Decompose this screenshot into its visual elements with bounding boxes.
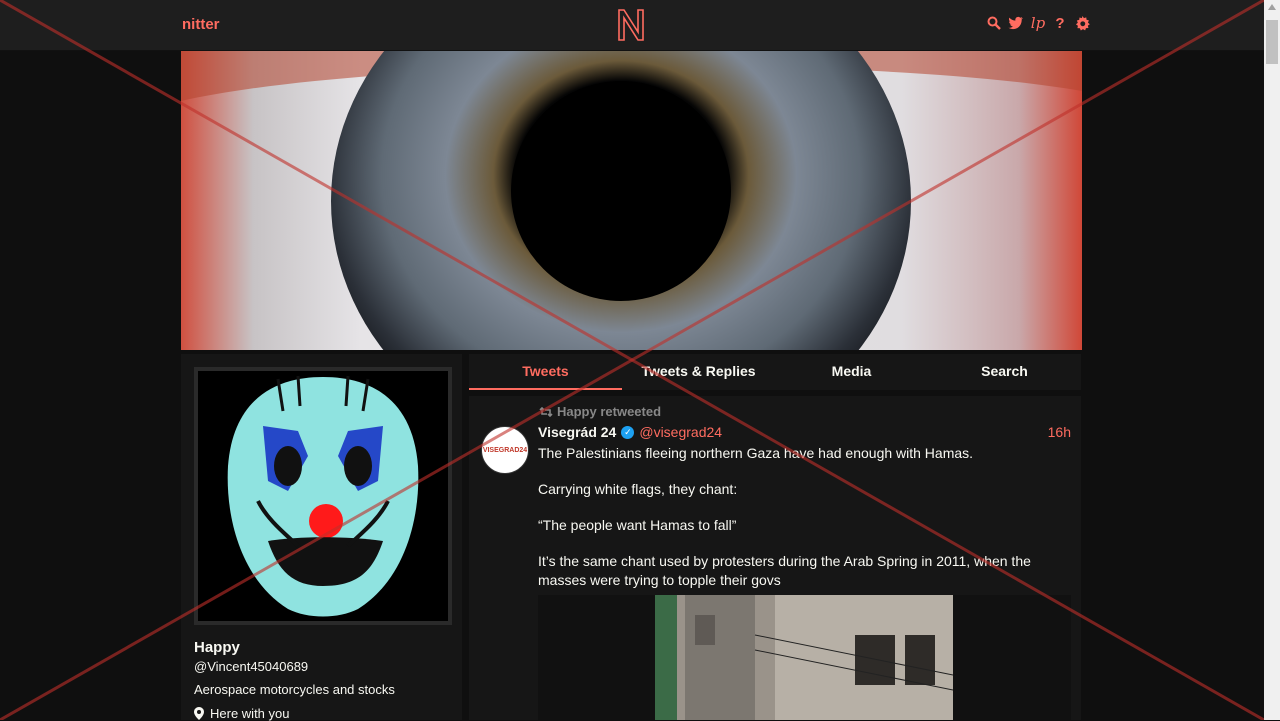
- verified-badge-icon: ✓: [621, 425, 635, 439]
- timeline-tabs: Tweets Tweets & Replies Media Search: [469, 354, 1081, 390]
- location-text: Here with you: [210, 706, 290, 721]
- nav-icons: lp ?: [986, 14, 1090, 32]
- profile-bio: Aerospace motorcycles and stocks: [194, 682, 395, 697]
- tweet-paragraph: “The people want Hamas to fall”: [538, 517, 737, 533]
- scroll-up-arrow-icon[interactable]: [1268, 4, 1276, 10]
- tweet-content: The Palestinians fleeing northern Gaza h…: [538, 444, 1048, 607]
- retweet-label: Happy retweeted: [557, 404, 662, 419]
- tweet-paragraph: Carrying white flags, they chant:: [538, 481, 738, 497]
- top-navbar: nitter lp ?: [0, 0, 1264, 51]
- brand-link[interactable]: nitter: [182, 16, 220, 33]
- tweet-paragraph: It’s the same chant used by protesters d…: [538, 553, 1031, 588]
- vertical-scrollbar[interactable]: [1264, 0, 1280, 720]
- search-icon[interactable]: [986, 14, 1002, 32]
- tweet-avatar[interactable]: VISEGRAD24: [481, 426, 529, 474]
- tab-tweets-replies[interactable]: Tweets & Replies: [622, 354, 775, 390]
- tweet-media[interactable]: [538, 595, 1071, 720]
- location-pin-icon: [194, 707, 204, 720]
- tab-media[interactable]: Media: [775, 354, 928, 390]
- tweet-username[interactable]: @visegrad24: [639, 424, 722, 440]
- tab-tweets[interactable]: Tweets: [469, 354, 622, 390]
- tweet-photo[interactable]: [655, 595, 953, 720]
- tweet-display-name[interactable]: Visegrád 24: [538, 424, 616, 440]
- clown-mask-avatar: [198, 371, 448, 621]
- retweet-icon: [539, 406, 553, 417]
- twitter-bird-icon[interactable]: [1008, 14, 1024, 32]
- tweet-card[interactable]: Happy retweeted VISEGRAD24 Visegrád 24 ✓…: [469, 396, 1081, 720]
- profile-location: Here with you: [194, 706, 289, 721]
- profile-card: Happy @Vincent45040689 Aerospace motorcy…: [181, 354, 462, 721]
- profile-handle[interactable]: @Vincent45040689: [194, 659, 308, 674]
- tweet-header: Visegrád 24 ✓ @visegrad24: [538, 424, 722, 440]
- nitter-logo-icon[interactable]: [615, 6, 647, 44]
- settings-icon[interactable]: [1074, 14, 1090, 32]
- tab-search[interactable]: Search: [928, 354, 1081, 390]
- tweet-date[interactable]: 16h: [1048, 424, 1071, 440]
- lp-icon[interactable]: lp: [1030, 14, 1046, 32]
- profile-avatar[interactable]: [194, 367, 452, 625]
- retweet-header: Happy retweeted: [539, 404, 661, 419]
- tweet-avatar-text: VISEGRAD24: [482, 446, 528, 454]
- tweet-paragraph: The Palestinians fleeing northern Gaza h…: [538, 445, 974, 461]
- help-icon[interactable]: ?: [1052, 14, 1068, 32]
- profile-name[interactable]: Happy: [194, 639, 240, 656]
- scrollbar-thumb[interactable]: [1266, 20, 1278, 64]
- profile-banner: [181, 51, 1082, 350]
